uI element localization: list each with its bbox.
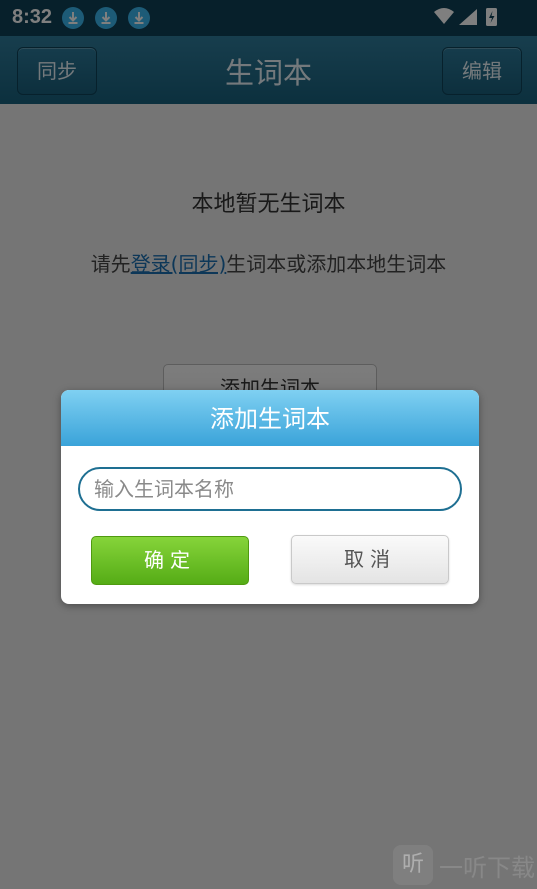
add-wordbook-dialog: 添加生词本 确定 取消: [61, 390, 479, 604]
wordbook-name-input[interactable]: [78, 467, 462, 511]
cancel-button[interactable]: 取消: [291, 535, 449, 584]
watermark-text: 一听下载: [439, 853, 535, 882]
watermark-logo-icon: 听: [393, 845, 433, 885]
confirm-button[interactable]: 确定: [91, 536, 249, 585]
dialog-title: 添加生词本: [61, 390, 479, 446]
watermark: 听一听下载: [393, 845, 535, 885]
